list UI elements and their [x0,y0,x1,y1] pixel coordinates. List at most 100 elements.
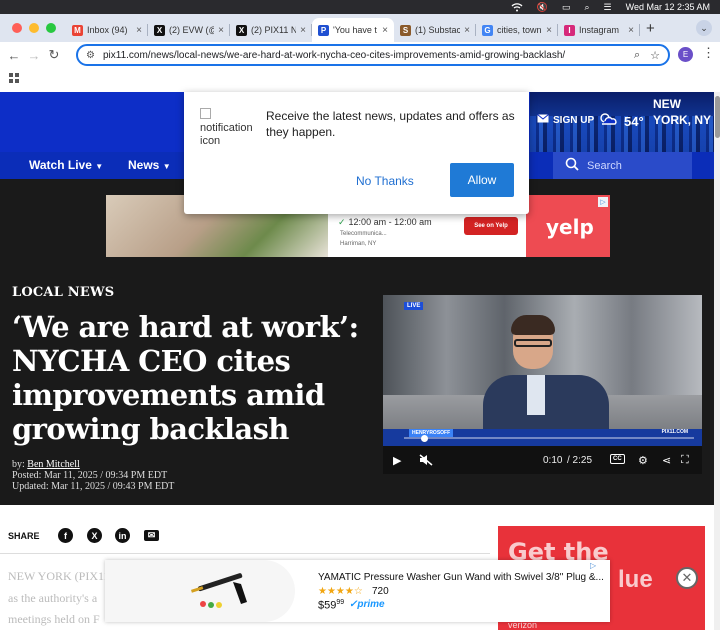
share-label: SHARE [8,531,40,541]
fullscreen-icon[interactable]: ⛶ [681,454,689,467]
see-on-yelp-button[interactable]: See on Yelp [464,217,518,235]
address-bar[interactable]: ⚙ pix11.com/news/local-news/we-are-hard-… [76,44,670,66]
close-ad-button[interactable]: ✕ [676,567,698,589]
nav-news-label: News [128,158,160,172]
site-search-input[interactable]: Search [553,152,692,179]
browser-tab[interactable]: S (1) Substac × [394,18,476,42]
ad-location: Harriman, NY [340,241,377,247]
pressure-washer-gun-image [190,573,247,608]
video-current-time: 0:10 [543,455,563,466]
temperature: 54° [624,114,644,129]
tab-search-button[interactable]: ⌄ [696,20,712,36]
search-icon [565,157,579,174]
video-lower-tag: HENRYROSOFF [409,429,454,437]
adchoices-icon[interactable]: ▷ [598,197,608,207]
browser-tab[interactable]: I Instagram × [558,18,640,42]
new-tab-button[interactable]: + [640,20,663,42]
maximize-window-button[interactable] [46,23,56,33]
author-link[interactable]: Ben Mitchell [27,459,80,470]
back-icon[interactable]: ← [4,48,24,63]
page-scrollbar[interactable] [714,92,720,630]
close-tab-icon[interactable]: × [628,25,634,36]
control-center-icon[interactable]: ▭ [562,2,571,13]
bookmark-star-icon[interactable]: ☆ [650,49,660,62]
article-byline: by: Ben Mitchell Posted: Mar 11, 2025 / … [12,459,174,492]
no-thanks-button[interactable]: No Thanks [356,174,414,188]
video-reporter [483,315,609,446]
reload-icon[interactable]: ↻ [44,47,64,63]
wifi-icon[interactable] [511,2,523,12]
menu-extra-icon[interactable]: ☰ [604,2,612,13]
url-text[interactable]: pix11.com/news/local-news/we-are-hard-at… [103,50,565,61]
muted-speaker-icon[interactable] [419,454,433,466]
price-whole: $59 [318,599,337,612]
browser-tab[interactable]: Gcities, town × [476,18,558,42]
browser-tab[interactable]: X (2) PIX11 N × [230,18,312,42]
close-tab-icon[interactable]: × [300,25,306,36]
captions-button[interactable]: CC [610,454,625,464]
adchoices-icon[interactable]: ▷ [590,561,596,570]
partly-cloudy-icon [598,112,618,131]
close-tab-icon[interactable]: × [464,25,470,36]
google-icon: G [482,24,493,36]
facebook-icon[interactable]: f [58,528,73,543]
video-player[interactable]: LIVE HENRYROSOFF PIX11.COM [383,295,702,446]
signup-link[interactable]: SIGN UP [537,114,594,126]
weather-widget[interactable]: 54° [598,112,644,131]
notification-message: Receive the latest news, updates and off… [266,109,515,139]
settings-gear-icon[interactable]: ⚙ [638,454,648,467]
mail-icon [537,114,549,126]
site-info-icon[interactable]: ⚙ [86,50,95,61]
allow-button[interactable]: Allow [450,163,514,197]
nav-watch-live[interactable]: Watch Live ▼ [29,158,103,172]
caret-down-icon: ▼ [162,162,171,171]
macos-menu-bar: 🔇 ▭ ⌕ ☰ Wed Mar 12 2:35 AM [0,0,720,14]
forward-icon[interactable]: → [24,48,44,63]
browser-menu-icon[interactable]: ⋮ [702,45,715,61]
notification-icon: notification icon [200,108,260,148]
clock-text[interactable]: Wed Mar 12 2:35 AM [626,2,710,12]
posted-date: Posted: Mar 11, 2025 / 09:34 PM EDT [12,470,168,481]
substack-icon: S [400,24,411,36]
browser-tab[interactable]: M Inbox (94) × [66,18,148,42]
mute-icon[interactable]: 🔇 [537,2,548,13]
video-controls: ▶ 0:10 / 2:25 CC ⚙ ⋖ ⛶ [383,446,702,474]
profile-avatar[interactable]: E [678,47,693,62]
ad-product-title[interactable]: YAMATIC Pressure Washer Gun Wand with Sw… [318,572,603,583]
byline-prefix: by: [12,459,28,470]
video-progress-bar[interactable] [404,437,694,439]
browser-tab[interactable]: P 'You have t × [312,18,394,42]
article-category[interactable]: LOCAL NEWS [12,285,114,300]
amazon-sticky-ad[interactable]: YAMATIC Pressure Washer Gun Wand with Sw… [105,560,610,622]
notification-prompt: notification icon Receive the latest new… [184,92,529,214]
instagram-icon: I [564,24,575,36]
close-tab-icon[interactable]: × [382,25,388,36]
tab-title: Instagram [579,25,620,35]
weather-location[interactable]: NEW YORK, NY [653,96,713,128]
search-icon[interactable]: ⌕ [585,2,590,13]
close-tab-icon[interactable]: × [218,25,224,36]
zoom-icon[interactable]: ⌕ [634,49,640,62]
close-tab-icon[interactable]: × [546,25,552,36]
nav-news[interactable]: News ▼ [128,158,171,172]
browser-tab[interactable]: X (2) EVW (@ × [148,18,230,42]
video-brand: PIX11.COM [661,429,688,435]
side-ad-text: lue [618,566,653,593]
share-icon[interactable]: ⋖ [662,454,671,467]
email-share-icon[interactable]: ✉ [144,530,159,541]
close-window-button[interactable] [12,23,22,33]
linkedin-icon[interactable]: in [115,528,130,543]
x-twitter-icon[interactable]: X [87,528,102,543]
window-controls [0,23,66,42]
close-tab-icon[interactable]: × [136,25,142,36]
minimize-window-button[interactable] [29,23,39,33]
caret-down-icon: ▼ [95,162,104,171]
ad-price: $5999 [318,599,344,612]
browser-tab-strip: M Inbox (94) × X (2) EVW (@ × X (2) PIX11 N × P 'Y… [0,14,720,42]
tab-title: 'You have t [333,25,377,35]
apps-grid-icon[interactable] [9,73,19,83]
tab-title: (1) Substac [415,25,461,35]
play-icon[interactable]: ▶ [393,454,401,467]
scrollbar-thumb[interactable] [715,96,720,138]
nav-watch-live-label: Watch Live [29,158,92,172]
